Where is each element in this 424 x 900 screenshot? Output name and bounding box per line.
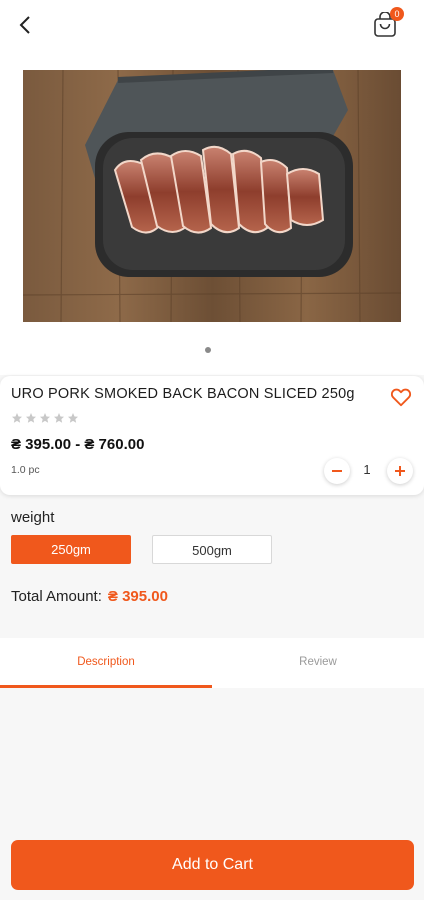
chevron-left-icon: [19, 16, 30, 34]
weight-option-250gm[interactable]: 250gm: [11, 535, 131, 564]
unit-label: 1.0 pc: [11, 464, 40, 476]
star-icon: [26, 413, 36, 423]
star-icon: [68, 413, 78, 423]
weight-option-500gm[interactable]: 500gm: [152, 535, 272, 564]
plus-icon: [395, 466, 405, 476]
carousel-dot[interactable]: [205, 347, 211, 353]
star-icon: [12, 413, 22, 423]
product-title: URO PORK SMOKED BACK BACON SLICED 250g: [11, 386, 355, 402]
weight-label: weight: [11, 509, 55, 526]
cart-button[interactable]: 0: [372, 7, 404, 38]
tab-description[interactable]: Description: [0, 638, 212, 688]
total-amount-label: Total Amount:: [11, 588, 102, 605]
star-icon: [40, 413, 50, 423]
product-gallery[interactable]: [0, 50, 424, 375]
price-range: ₴ 395.00 - ₴ 760.00: [11, 436, 145, 453]
star-icon: [54, 413, 64, 423]
tab-review[interactable]: Review: [212, 638, 424, 688]
heart-outline-icon: [390, 388, 412, 407]
top-app-bar: 0: [0, 0, 424, 50]
wishlist-button[interactable]: [390, 386, 412, 408]
product-image[interactable]: [23, 70, 401, 322]
product-info-card: URO PORK SMOKED BACK BACON SLICED 250g ₴…: [0, 376, 424, 495]
decrease-quantity-button[interactable]: [324, 458, 350, 484]
minus-icon: [332, 470, 342, 472]
add-to-cart-button[interactable]: Add to Cart: [11, 840, 414, 890]
cart-count-badge: 0: [390, 7, 404, 21]
detail-tabs: Description Review: [0, 638, 424, 688]
total-amount-value: ₴ 395.00: [107, 588, 168, 605]
quantity-value: 1: [363, 462, 371, 477]
rating-stars: [11, 412, 79, 424]
total-amount-row: Total Amount: ₴ 395.00: [11, 588, 168, 605]
back-button[interactable]: [12, 12, 38, 38]
increase-quantity-button[interactable]: [387, 458, 413, 484]
